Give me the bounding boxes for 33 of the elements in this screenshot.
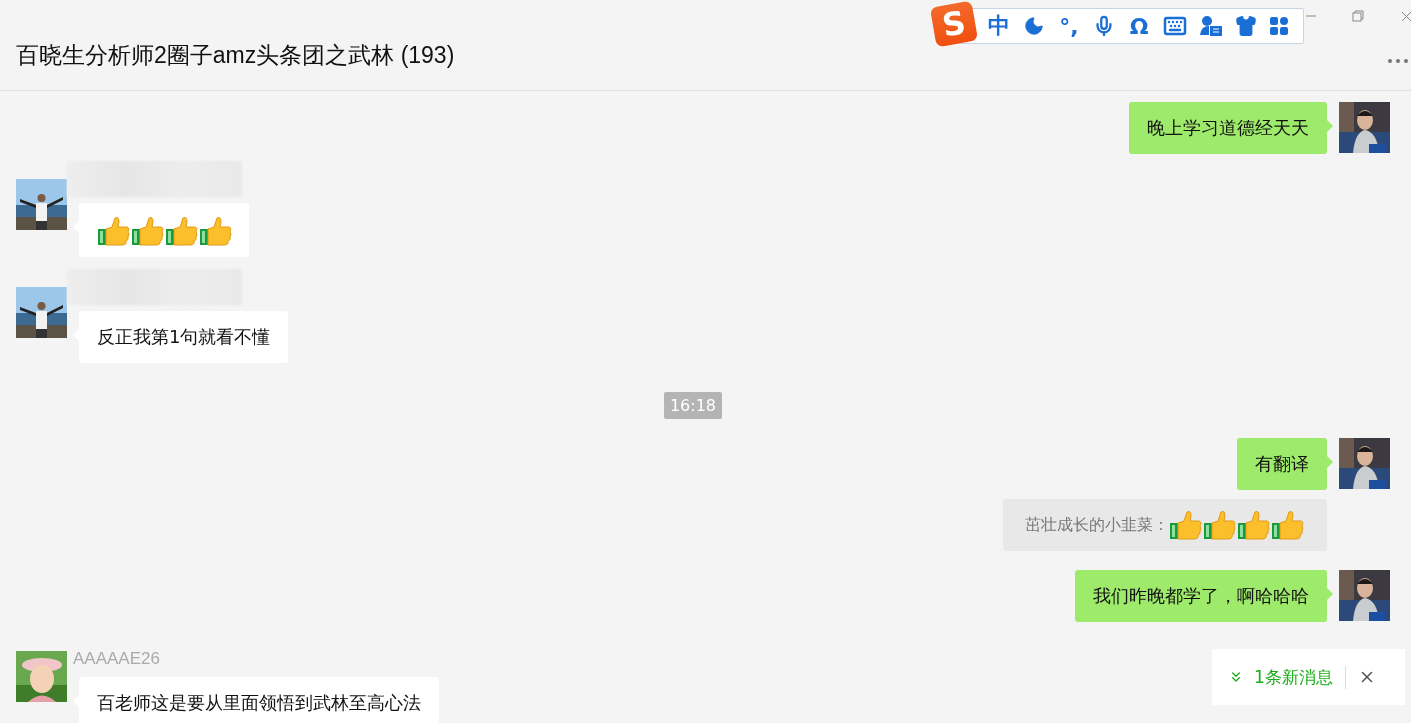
more-icon[interactable]	[1387, 58, 1409, 64]
moon-icon[interactable]	[1023, 15, 1045, 37]
thumbs-up-icon	[97, 215, 131, 247]
input-mode-toggle[interactable]: 中	[987, 11, 1011, 41]
thumbs-up-icon	[131, 215, 165, 247]
thumbs-up-icon	[199, 215, 233, 247]
sender-name: AAAAAE26	[73, 649, 160, 669]
thumbs-up-icon	[1169, 509, 1203, 541]
ime-logo[interactable]: S	[929, 0, 979, 48]
bubble-tail	[1327, 588, 1333, 600]
symbol-button[interactable]: Ω	[1127, 13, 1151, 39]
notice-text: 茁壮成长的小韭菜：	[1025, 514, 1169, 536]
message-bubble: 晚上学习道德经天天	[1129, 102, 1327, 154]
close-icon[interactable]	[1401, 10, 1411, 22]
message-bubble: 百老师这是要从里面领悟到武林至高心法	[79, 677, 439, 723]
keyboard-icon[interactable]	[1163, 14, 1187, 38]
message-bubble: 反正我第1句就看不懂	[79, 311, 289, 363]
new-message-button[interactable]: 1条新消息	[1228, 665, 1346, 689]
message-bubble: 我们昨晚都学了，啊哈哈哈	[1075, 570, 1327, 622]
thumbs-up-icon	[1271, 509, 1305, 541]
chat-title: 百晓生分析师2圈子amz头条团之武林 (193)	[16, 40, 455, 70]
timestamp: 16:18	[663, 392, 723, 419]
punctuation-toggle[interactable]: °,	[1057, 13, 1081, 39]
thumbs-up-icon	[1203, 509, 1237, 541]
bubble-tail	[1327, 120, 1333, 132]
shirt-icon[interactable]	[1235, 15, 1257, 37]
thumbs-up-icon	[165, 215, 199, 247]
grid-icon[interactable]	[1269, 16, 1289, 36]
bubble-tail	[1327, 456, 1333, 468]
user-card-icon[interactable]	[1199, 15, 1223, 37]
thumbs-up-icon	[1237, 509, 1271, 541]
message-bubble: 有翻译	[1237, 438, 1327, 490]
microphone-icon[interactable]	[1093, 15, 1115, 37]
